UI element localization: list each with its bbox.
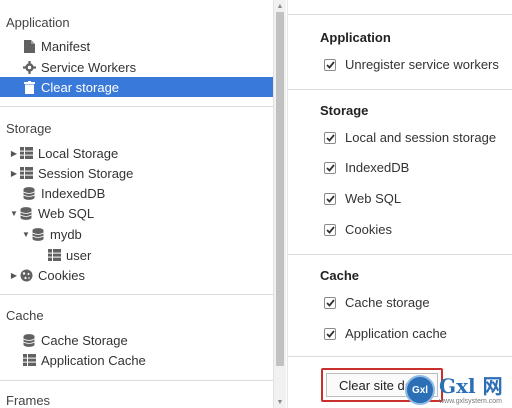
sidebar-item-label: Manifest bbox=[41, 38, 91, 54]
grid-icon bbox=[22, 353, 36, 367]
section-divider bbox=[0, 106, 273, 107]
cookie-icon bbox=[19, 268, 33, 282]
expand-arrow-icon[interactable]: ▶ bbox=[9, 271, 19, 280]
sidebar-item-label: user bbox=[66, 247, 92, 263]
option-label: Web SQL bbox=[345, 191, 402, 206]
sidebar-item-clear-storage[interactable]: Clear storage bbox=[0, 77, 273, 97]
sidebar-item-label: IndexedDB bbox=[41, 185, 106, 201]
option-cache-storage[interactable]: Cache storage bbox=[324, 295, 430, 310]
trash-icon bbox=[22, 80, 36, 94]
option-local-session-storage[interactable]: Local and session storage bbox=[324, 130, 496, 145]
expand-arrow-icon[interactable]: ▶ bbox=[9, 169, 19, 178]
sidebar-item-label: Web SQL bbox=[38, 205, 95, 221]
option-web-sql[interactable]: Web SQL bbox=[324, 191, 401, 206]
option-label: Cookies bbox=[345, 222, 392, 237]
sidebar-item-application-cache[interactable]: Application Cache bbox=[0, 350, 273, 370]
sidebar: Application Manifest Service Workers Cle… bbox=[0, 0, 273, 408]
section-title-frames: Frames bbox=[6, 393, 51, 408]
sidebar-item-label: Cookies bbox=[38, 267, 85, 283]
sidebar-item-cache-storage[interactable]: Cache Storage bbox=[0, 330, 273, 350]
sidebar-item-label: mydb bbox=[50, 226, 82, 242]
section-title-storage: Storage bbox=[6, 121, 52, 136]
option-label: Local and session storage bbox=[345, 130, 497, 145]
sidebar-item-label: Service Workers bbox=[41, 59, 137, 75]
database-icon bbox=[22, 186, 36, 200]
gear-icon bbox=[22, 60, 36, 74]
option-application-cache[interactable]: Application cache bbox=[324, 326, 447, 341]
watermark-logo: Gxl bbox=[405, 375, 435, 405]
sidebar-item-label: Clear storage bbox=[41, 79, 120, 95]
devtools-application-panel: Application Manifest Service Workers Cle… bbox=[0, 0, 512, 408]
collapse-arrow-icon[interactable]: ▼ bbox=[21, 230, 31, 239]
sidebar-item-web-sql[interactable]: ▼ Web SQL bbox=[0, 203, 273, 223]
panel-divider bbox=[288, 254, 512, 255]
clear-storage-panel: Application Unregister service workers S… bbox=[287, 0, 512, 408]
checkbox[interactable] bbox=[324, 223, 336, 236]
checkbox[interactable] bbox=[324, 296, 336, 309]
checkbox[interactable] bbox=[324, 131, 336, 144]
panel-divider bbox=[288, 356, 512, 357]
section-title-cache: Cache bbox=[6, 308, 44, 323]
sidebar-item-cookies[interactable]: ▶ Cookies bbox=[0, 265, 273, 285]
scrollbar-thumb[interactable] bbox=[276, 12, 284, 366]
database-icon bbox=[22, 333, 36, 347]
database-icon bbox=[31, 227, 45, 241]
grid-icon bbox=[47, 248, 61, 262]
panel-divider bbox=[288, 89, 512, 90]
sidebar-item-local-storage[interactable]: ▶ Local Storage bbox=[0, 143, 273, 163]
sidebar-item-label: Application Cache bbox=[41, 352, 146, 368]
checkbox[interactable] bbox=[324, 58, 336, 71]
sidebar-item-label: Cache Storage bbox=[41, 332, 128, 348]
sidebar-item-label: Local Storage bbox=[38, 145, 119, 161]
watermark-text: Gxl 网 www.gxlsystem.com bbox=[439, 376, 503, 405]
checkbox[interactable] bbox=[324, 161, 336, 174]
expand-arrow-icon[interactable]: ▶ bbox=[9, 149, 19, 158]
sidebar-item-user-table[interactable]: user bbox=[0, 245, 273, 265]
sidebar-item-mydb[interactable]: ▼ mydb bbox=[0, 224, 273, 244]
option-label: Unregister service workers bbox=[345, 57, 499, 72]
sidebar-item-indexeddb[interactable]: IndexedDB bbox=[0, 183, 273, 203]
section-divider bbox=[0, 294, 273, 295]
option-unregister-service-workers[interactable]: Unregister service workers bbox=[324, 57, 499, 72]
section-title-application: Application bbox=[6, 15, 70, 30]
scroll-up-arrow-icon[interactable]: ▲ bbox=[274, 0, 286, 12]
section-divider bbox=[0, 380, 273, 381]
watermark-site: www.gxlsystem.com bbox=[439, 397, 503, 405]
watermark: Gxl Gxl 网 www.gxlsystem.com bbox=[405, 372, 512, 408]
grid-icon bbox=[19, 146, 33, 160]
heading-application: Application bbox=[320, 30, 391, 45]
checkbox[interactable] bbox=[324, 192, 336, 205]
option-cookies[interactable]: Cookies bbox=[324, 222, 392, 237]
sidebar-item-label: Session Storage bbox=[38, 165, 134, 181]
option-label: Cache storage bbox=[345, 295, 430, 310]
watermark-brand: Gxl 网 bbox=[439, 373, 503, 398]
scroll-down-arrow-icon[interactable]: ▼ bbox=[274, 396, 286, 408]
option-label: Application cache bbox=[345, 326, 447, 341]
option-label: IndexedDB bbox=[345, 160, 410, 175]
heading-storage: Storage bbox=[320, 103, 369, 118]
collapse-arrow-icon[interactable]: ▼ bbox=[9, 209, 19, 218]
database-icon bbox=[19, 206, 33, 220]
grid-icon bbox=[19, 166, 33, 180]
file-icon bbox=[22, 39, 36, 53]
option-indexeddb[interactable]: IndexedDB bbox=[324, 160, 409, 175]
heading-cache: Cache bbox=[320, 268, 360, 283]
sidebar-scrollbar[interactable]: ▲ ▼ bbox=[273, 0, 286, 408]
sidebar-item-manifest[interactable]: Manifest bbox=[0, 36, 273, 56]
checkbox[interactable] bbox=[324, 327, 336, 340]
sidebar-item-service-workers[interactable]: Service Workers bbox=[0, 57, 273, 77]
panel-divider bbox=[288, 14, 512, 15]
sidebar-item-session-storage[interactable]: ▶ Session Storage bbox=[0, 163, 273, 183]
